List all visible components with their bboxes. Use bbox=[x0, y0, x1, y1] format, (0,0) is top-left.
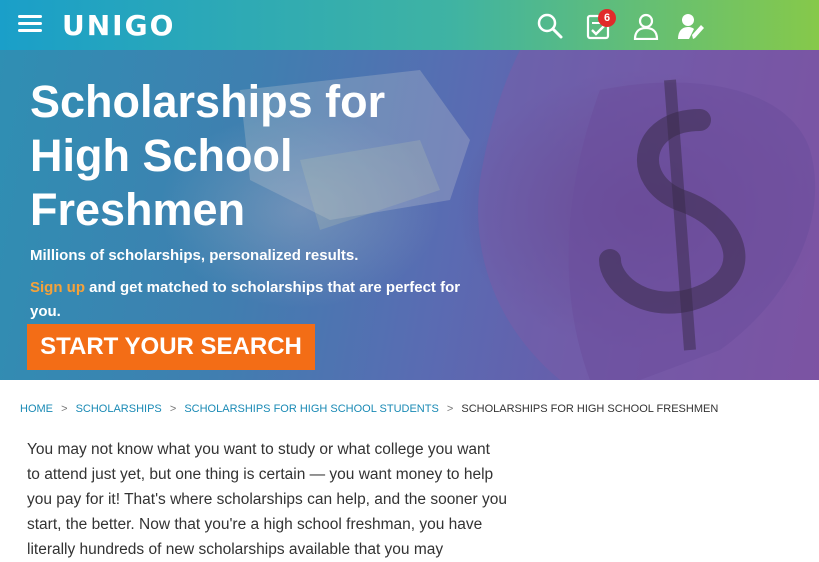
site-header: UNIGO 6 bbox=[0, 0, 819, 50]
start-search-button[interactable]: START YOUR SEARCH bbox=[27, 324, 315, 370]
breadcrumb-separator: > bbox=[61, 403, 68, 415]
menu-icon[interactable] bbox=[18, 13, 44, 35]
user-edit-icon[interactable] bbox=[677, 12, 705, 40]
breadcrumb-home[interactable]: HOME bbox=[20, 403, 53, 415]
notification-badge: 6 bbox=[598, 9, 616, 27]
signup-link[interactable]: Sign up bbox=[30, 279, 85, 296]
hero-signup-text: Sign up and get matched to scholarships … bbox=[30, 276, 470, 324]
signup-text: and get matched to scholarships that are… bbox=[30, 279, 461, 320]
breadcrumb: HOME > SCHOLARSHIPS > SCHOLARSHIPS FOR H… bbox=[20, 403, 718, 415]
intro-paragraph: You may not know what you want to study … bbox=[27, 441, 508, 558]
breadcrumb-high-school-students[interactable]: SCHOLARSHIPS FOR HIGH SCHOOL STUDENTS bbox=[184, 403, 438, 415]
search-icon[interactable] bbox=[536, 12, 564, 40]
page-title: Scholarships for High School Freshmen bbox=[30, 76, 386, 235]
breadcrumb-scholarships[interactable]: SCHOLARSHIPS bbox=[76, 403, 162, 415]
breadcrumb-separator: > bbox=[169, 403, 177, 415]
breadcrumb-separator: > bbox=[446, 403, 454, 415]
unigo-logo[interactable]: UNIGO bbox=[62, 9, 175, 42]
user-icon[interactable] bbox=[632, 12, 660, 40]
hero-banner: Scholarships for High School Freshmen Mi… bbox=[0, 50, 819, 380]
breadcrumb-current: SCHOLARSHIPS FOR HIGH SCHOOL FRESHMEN bbox=[461, 403, 719, 415]
hero-subtitle: Millions of scholarships, personalized r… bbox=[30, 247, 359, 264]
